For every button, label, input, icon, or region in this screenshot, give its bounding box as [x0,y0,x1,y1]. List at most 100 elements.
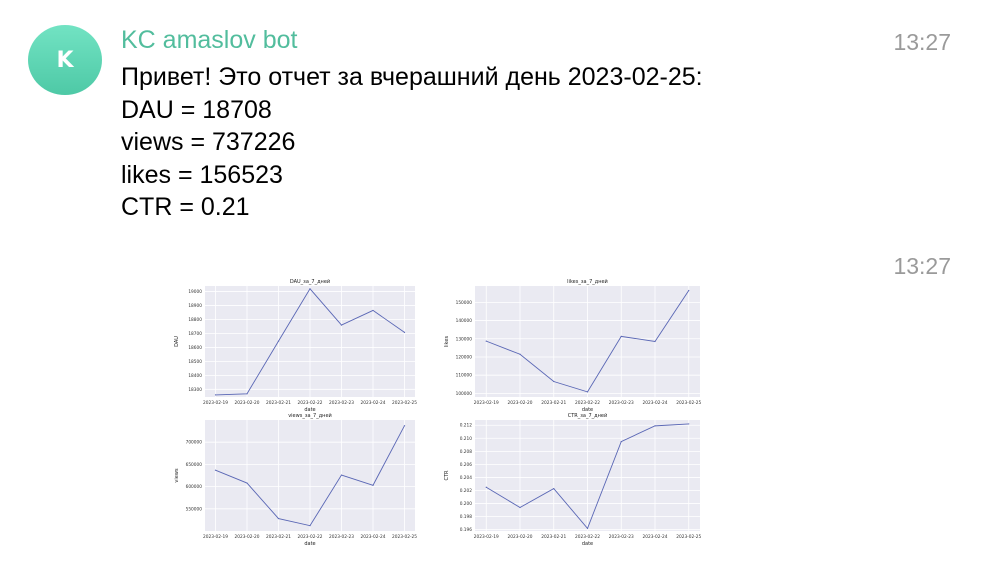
data-point [403,331,406,333]
y-tick-label: 18300 [188,387,202,393]
data-point [246,393,248,395]
sender-name[interactable]: KC amaslov bot [121,26,297,55]
x-tick-label: 2023-02-19 [203,534,228,540]
x-tick-label: 2023-02-24 [643,400,668,406]
bot-avatar[interactable]: K [28,25,102,95]
y-tick-label: 0.206 [460,462,473,468]
y-tick-label: 0.202 [460,488,473,494]
data-point [340,474,343,476]
data-point [277,517,280,520]
x-axis-label: date [304,541,315,547]
y-tick-label: 0.196 [460,527,473,533]
avatar-initial: K [56,47,74,73]
x-tick-label: 2023-02-25 [392,400,417,406]
data-point [372,309,374,312]
y-axis-label: views [174,468,180,483]
data-point [277,340,280,342]
x-tick-label: 2023-02-23 [329,534,354,540]
message-line: Привет! Это отчет за вчерашний день 2023… [121,63,703,91]
data-point [340,324,343,326]
data-point [485,340,487,342]
y-tick-label: 18800 [188,317,202,323]
data-point [586,527,589,529]
message-time: 13:27 [893,253,951,279]
x-tick-label: 2023-02-25 [676,534,701,540]
y-tick-label: 0.212 [460,423,473,429]
x-tick-label: 2023-02-21 [541,400,566,406]
data-point [519,506,521,509]
y-tick-label: 130000 [456,336,473,342]
message-line: CTR = 0.21 [121,193,250,221]
chart-figure: 2023-02-19 2023-02-20 2023-02-21 2023-02-22… [174,278,701,547]
data-point [309,288,311,290]
x-tick-label: 2023-02-24 [361,400,386,406]
data-point [620,335,622,338]
chart-image-message[interactable]: 2023-02-19 2023-02-20 2023-02-21 2023-02-22… [160,272,717,550]
y-tick-label: 100000 [456,391,473,397]
x-tick-label: 2023-02-22 [298,534,323,540]
x-tick-label: 2023-02-20 [235,534,260,540]
x-tick-label: 2023-02-24 [643,534,668,540]
x-tick-label: 2023-02-23 [329,400,354,406]
y-tick-label: 150000 [456,300,473,306]
x-tick-label: 2023-02-21 [266,534,291,540]
data-point [586,391,589,393]
x-tick-label: 2023-02-23 [609,400,634,406]
data-point [688,423,690,425]
chart-title: DAU_за_7_дней [290,278,330,285]
data-point [654,340,656,343]
y-tick-label: 110000 [456,373,473,379]
x-axis-label: date [582,541,593,547]
chart-title: likes_за_7_дней [567,278,608,285]
y-tick-label: 600000 [186,484,203,490]
x-tick-label: 2023-02-22 [575,400,600,406]
x-tick-label: 2023-02-25 [676,400,701,406]
y-tick-label: 650000 [186,462,203,468]
y-tick-label: 700000 [186,440,203,446]
message-time: 13:27 [893,29,951,55]
data-point [403,425,406,427]
data-point [553,487,555,490]
y-tick-label: 19000 [188,289,202,295]
x-tick-label: 2023-02-22 [298,400,323,406]
y-tick-label: 0.200 [460,501,473,507]
data-point [214,469,217,471]
message-line: views = 737226 [121,128,296,156]
data-point [519,353,521,355]
x-tick-label: 2023-02-22 [575,534,600,540]
data-point [553,380,555,383]
y-tick-label: 18600 [188,345,202,351]
chart-title: CTR_за_7_дней [568,412,607,419]
y-axis-label: DAU [174,336,180,347]
message-line: likes = 156523 [121,160,283,189]
y-axis-label: CTR [444,470,450,481]
y-tick-label: 120000 [456,354,473,360]
y-tick-label: 0.208 [460,449,473,455]
x-tick-label: 2023-02-21 [266,400,291,406]
chart-title: views_за_7_дней [288,412,332,419]
y-tick-label: 0.210 [460,436,473,442]
data-point [654,425,656,427]
message-line: DAU = 18708 [121,95,272,124]
y-tick-label: 18500 [188,359,202,365]
x-tick-label: 2023-02-21 [541,534,566,540]
x-tick-label: 2023-02-19 [474,400,499,406]
y-tick-label: 18900 [188,303,202,309]
data-point [309,525,311,527]
data-point [246,482,248,484]
x-tick-label: 2023-02-20 [235,400,260,406]
x-tick-label: 2023-02-24 [361,534,386,540]
y-tick-label: 0.198 [460,514,473,520]
x-tick-label: 2023-02-23 [609,534,634,540]
y-tick-label: 0.204 [460,475,473,481]
x-tick-label: 2023-02-20 [508,400,533,406]
x-tick-label: 2023-02-25 [392,534,417,540]
y-tick-label: 140000 [456,318,473,324]
data-point [372,484,374,486]
data-point [214,394,217,396]
x-tick-label: 2023-02-19 [203,400,228,406]
data-point [485,486,487,488]
x-tick-label: 2023-02-19 [474,534,499,540]
y-tick-label: 550000 [186,506,203,512]
y-tick-label: 18700 [188,331,202,337]
